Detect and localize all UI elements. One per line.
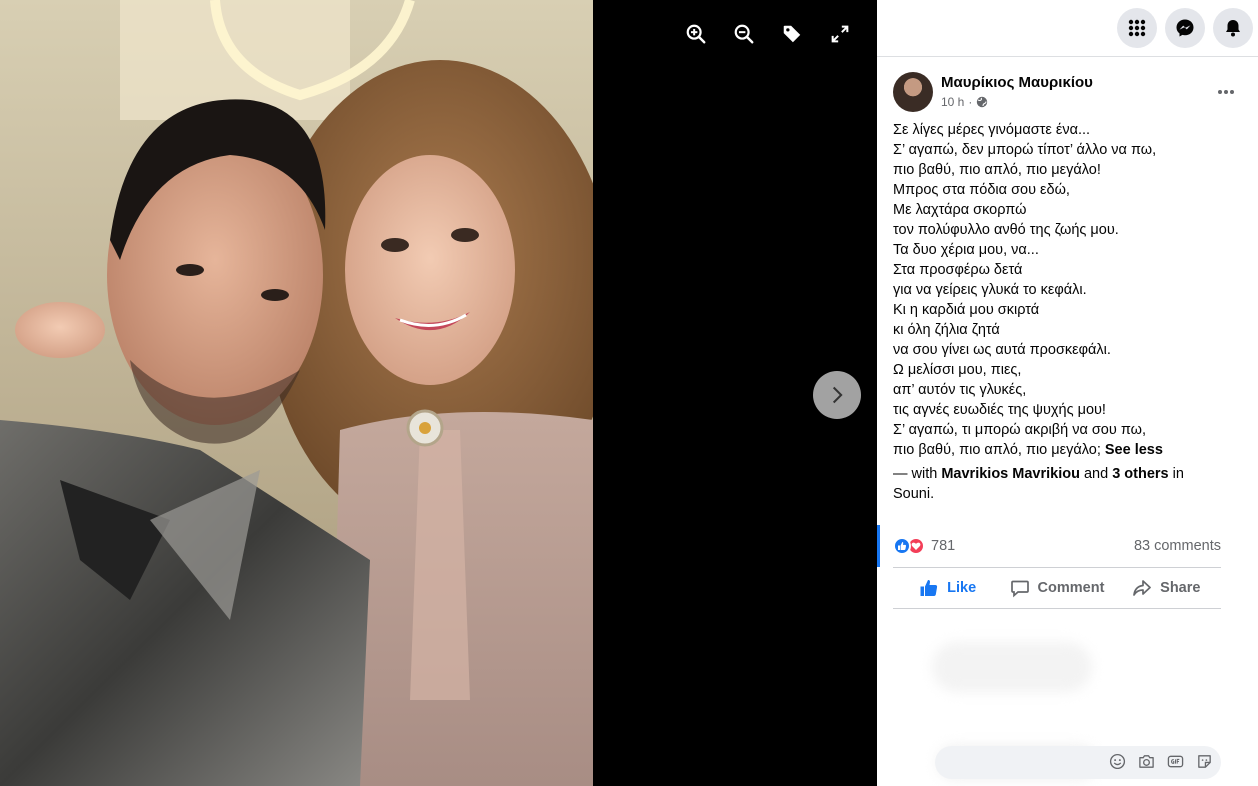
caption-line: Κι η καρδιά μου σκιρτά [893,302,1040,318]
caption-line: πιο βαθύ, πιο απλό, πιο μεγάλο; [893,442,1101,458]
share-label: Share [1160,580,1201,596]
caption-line: τον πολύφυλλο ανθό της ζωής μου. [893,222,1119,238]
caption-line: Σε λίγες μέρες γινόμαστε ένα... [893,122,1091,138]
chevron-right-icon [832,386,843,404]
more-options-icon [1218,90,1234,94]
composer-icons [1109,753,1213,770]
share-icon [1133,580,1152,596]
tagged-person-link[interactable]: Mavrikios Mavrikiou [941,466,1080,482]
camera-icon [1139,755,1154,768]
share-button[interactable]: Share [1112,570,1221,606]
tag-prefix: — with [893,466,942,482]
post-caption: Σε λίγες μέρες γινόμαστε ένα... Σ’ αγαπώ… [893,120,1233,460]
zoom-out-button[interactable] [728,18,760,50]
post-photo[interactable] [0,0,593,786]
location-link[interactable]: Souni [893,486,930,502]
caption-line: για να γείρεις γλυκά το κεφάλι. [893,282,1087,298]
viewer-toolbar [680,18,856,50]
blurred-comment [932,642,1092,692]
reaction-icons[interactable] [893,537,925,555]
comment-label: Comment [1037,580,1105,596]
fullscreen-button[interactable] [824,18,856,50]
zoom-out-icon [734,24,754,44]
like-reaction-icon [893,537,911,555]
fullscreen-icon [831,25,849,43]
caption-line: Τα δυο χέρια μου, να... [893,242,1039,258]
next-photo-button[interactable] [813,371,861,419]
tag-and: and [1079,466,1113,482]
zoom-in-icon [686,24,706,44]
reaction-stats: 781 83 comments [893,535,1221,557]
post-actions: Like Comment Share [893,567,1221,609]
post-header: Μαυρίκιος Μαυρικίου 10 h · [893,72,1242,112]
post-side-panel: Μαυρίκιος Μαυρικίου 10 h · Σε λίγες μέρε… [877,0,1258,786]
tagged-people: — with Mavrikios Mavrikiou and 3 others … [893,464,1223,504]
caption-line: Σ’ αγαπώ, δεν μπορώ τίποτ’ άλλο να πω, [893,142,1157,158]
post-options-button[interactable] [1210,76,1242,108]
comments-count[interactable]: 83 comments [1134,538,1221,554]
notifications-bell-icon [1226,20,1240,37]
caption-line: να σου γίνει ως αυτά προσκεφάλι. [893,342,1111,358]
thumbs-up-icon [920,579,938,596]
globe-icon [977,96,988,108]
zoom-in-button[interactable] [680,18,712,50]
tag-photo-button[interactable] [776,18,808,50]
sticker-button[interactable] [1196,753,1213,770]
photo-viewer [0,0,877,786]
like-label: Like [947,580,977,596]
emoji-button[interactable] [1109,753,1126,770]
comment-input[interactable] [947,753,1087,769]
gif-icon [1167,755,1184,768]
top-bar [877,0,1258,57]
caption-line: Ω μελίσσι μου, πιες, [893,362,1022,378]
menu-grid-icon [1128,19,1146,37]
author-name[interactable]: Μαυρίκιος Μαυρικίου [941,74,1093,91]
meta-separator: · [968,95,973,109]
tag-in: in [1168,466,1184,482]
focus-indicator [877,525,880,567]
post-time[interactable]: 10 h [941,95,964,109]
caption-last-line: πιο βαθύ, πιο απλό, πιο μεγάλο; See less [893,440,1233,460]
tagged-others-link[interactable]: 3 others [1112,466,1168,482]
caption-line: απ’ αυτόν τις γλυκές, [893,382,1027,398]
avatar[interactable] [893,72,933,112]
menu-button[interactable] [1117,8,1157,48]
tag-end: . [930,486,935,502]
gif-button[interactable] [1167,753,1184,770]
emoji-icon [1109,753,1126,770]
caption-line: Σ’ αγαπώ, τι μπορώ ακριβή να σου πω, [893,422,1146,438]
caption-line: τις αγνές ευωδιές της ψυχής μου! [893,402,1106,418]
comment-button[interactable]: Comment [1002,570,1111,606]
caption-line: κι όλη ζήλια ζητά [893,322,1000,338]
reaction-count[interactable]: 781 [931,538,955,554]
like-button[interactable]: Like [893,570,1002,606]
messenger-button[interactable] [1165,8,1205,48]
caption-line: Μπρος στα πόδια σου εδώ, [893,182,1070,198]
post-meta: 10 h · [941,95,988,109]
notifications-button[interactable] [1213,8,1253,48]
tag-icon [783,25,801,43]
comment-composer[interactable] [935,746,1221,779]
see-less-link[interactable]: See less [1105,442,1163,458]
caption-line: Με λαχτάρα σκορπώ [893,202,1027,218]
sticker-icon [1198,755,1211,768]
caption-line: πιο βαθύ, πιο απλό, πιο μεγάλο! [893,162,1101,178]
caption-line: Στα προσφέρω δετά [893,262,1023,278]
photo-illustration [0,0,593,786]
photo-button[interactable] [1138,753,1155,770]
comment-icon [1010,580,1029,598]
messenger-icon [1176,19,1194,37]
